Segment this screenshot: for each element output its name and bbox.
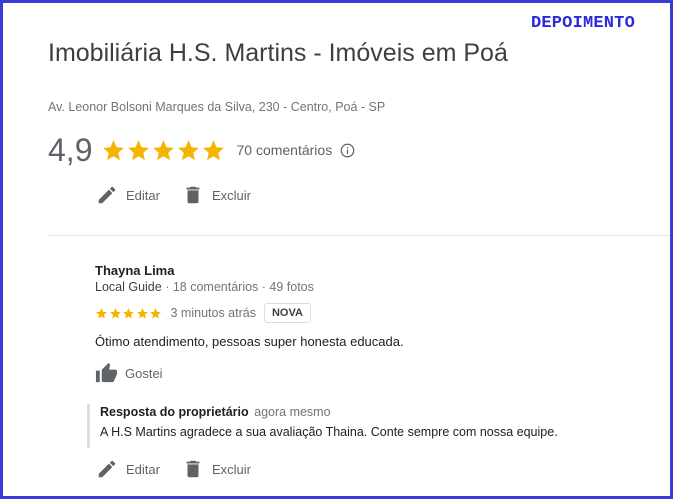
delete-response-label: Excluir <box>212 461 252 477</box>
star-icon <box>103 139 125 160</box>
star-icon <box>153 139 175 160</box>
reviewer-name[interactable]: Thayna Lima <box>95 263 174 278</box>
rating-stars <box>101 138 226 163</box>
testimonial-stamp: DEPOIMENTO <box>530 14 635 33</box>
local-guide-badge: Local Guide <box>95 280 162 294</box>
like-label: Gostei <box>125 366 163 381</box>
pencil-icon <box>98 186 116 204</box>
info-icon[interactable] <box>340 143 355 158</box>
new-badge: NOVA <box>263 303 311 323</box>
business-name: Imobiliária H.S. Martins - Imóveis em Po… <box>48 39 508 67</box>
star-icon <box>136 307 148 318</box>
delete-response-button[interactable]: Excluir <box>182 458 251 480</box>
owner-response: Resposta do proprietário agora mesmo A H… <box>87 404 647 448</box>
pencil-icon <box>98 460 116 478</box>
review-text: Ótimo atendimento, pessoas super honesta… <box>95 334 404 349</box>
star-icon <box>203 139 225 160</box>
review-stars <box>95 307 163 320</box>
rating-summary: 4,9 70 comentários <box>48 132 355 168</box>
owner-response-time: agora mesmo <box>254 405 331 419</box>
reviewer-meta: Local Guide · 18 comentários · 49 fotos <box>95 280 314 294</box>
delete-business-button[interactable]: Excluir <box>182 184 251 206</box>
star-icon <box>128 139 150 160</box>
owner-response-text: A H.S Martins agradece a sua avaliação T… <box>100 425 558 439</box>
owner-response-heading: Resposta do proprietário <box>100 405 249 419</box>
trash-icon <box>186 460 200 478</box>
reviewer-stats: · 18 comentários · 49 fotos <box>165 280 314 294</box>
review-time: 3 minutos atrás <box>170 306 256 320</box>
star-icon <box>109 307 121 318</box>
edit-response-button[interactable]: Editar <box>96 458 160 480</box>
edit-label: Editar <box>126 187 160 203</box>
star-icon <box>178 139 200 160</box>
delete-label: Excluir <box>212 187 252 203</box>
trash-icon <box>186 186 200 204</box>
thumbs-up-icon <box>95 362 118 383</box>
rating-value: 4,9 <box>48 132 93 168</box>
review-count-link[interactable]: 70 comentários <box>236 142 332 158</box>
edit-response-label: Editar <box>126 461 160 477</box>
like-button[interactable]: Gostei <box>95 362 163 385</box>
edit-business-button[interactable]: Editar <box>96 184 160 206</box>
section-divider <box>48 235 670 236</box>
review-rating: 3 minutos atrás NOVA <box>95 303 311 323</box>
business-address: Av. Leonor Bolsoni Marques da Silva, 230… <box>48 100 386 114</box>
star-icon <box>96 307 107 318</box>
star-icon <box>123 307 134 318</box>
star-icon <box>150 307 161 318</box>
